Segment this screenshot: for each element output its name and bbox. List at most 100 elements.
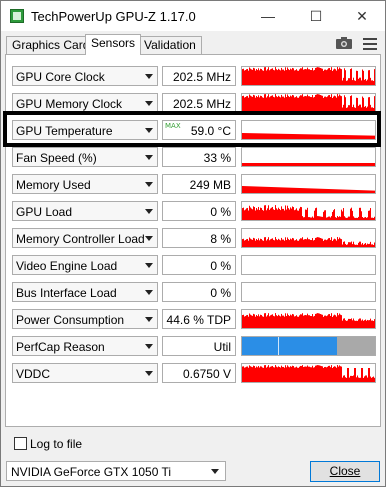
graph-bar bbox=[253, 365, 254, 382]
tab-sensors[interactable]: Sensors bbox=[85, 34, 142, 55]
minimize-button[interactable]: — bbox=[245, 1, 291, 31]
graph-bar bbox=[243, 238, 244, 247]
sensor-label-dropdown[interactable]: Power Consumption bbox=[12, 309, 158, 329]
graph-bar bbox=[337, 163, 338, 166]
graph-bar bbox=[328, 163, 329, 166]
menu-icon[interactable] bbox=[363, 38, 377, 53]
graph-bar bbox=[252, 186, 253, 193]
graph-bar bbox=[296, 366, 297, 382]
graph-bar bbox=[309, 239, 310, 247]
graph-bar bbox=[265, 205, 266, 220]
graph-bar bbox=[369, 320, 370, 328]
graph-bar bbox=[344, 68, 345, 85]
graph-bar bbox=[313, 188, 314, 193]
sensor-row: GPU Memory Clock 202.5 MHz bbox=[12, 93, 377, 113]
graph-bar bbox=[274, 70, 275, 85]
graph-bar bbox=[292, 206, 293, 220]
graph-bar bbox=[340, 68, 341, 85]
graph-bar bbox=[301, 95, 302, 112]
graph-bar bbox=[343, 208, 344, 220]
graph-bar bbox=[277, 316, 278, 328]
graph-bar bbox=[260, 68, 261, 85]
graph-bar bbox=[363, 163, 364, 166]
graph-bar bbox=[283, 315, 284, 328]
graph-bar bbox=[333, 96, 334, 112]
maximize-button[interactable]: ☐ bbox=[293, 1, 339, 31]
graph-bar bbox=[276, 315, 277, 328]
graph-bar bbox=[312, 68, 313, 85]
graph-bar bbox=[251, 315, 252, 328]
graph-bar bbox=[326, 367, 327, 382]
tab-graphics-card[interactable]: Graphics Card bbox=[6, 36, 96, 54]
graph-bar bbox=[339, 189, 340, 193]
graph-bar bbox=[311, 240, 312, 247]
graph-bar bbox=[316, 365, 317, 382]
sensor-label-dropdown[interactable]: GPU Load bbox=[12, 201, 158, 221]
sensor-label-dropdown[interactable]: VDDC bbox=[12, 363, 158, 383]
graph-bar bbox=[326, 217, 327, 220]
graph-bar bbox=[325, 210, 326, 220]
graph-bar bbox=[269, 97, 270, 112]
sensor-label-dropdown[interactable]: PerfCap Reason bbox=[12, 336, 158, 356]
graph-bar bbox=[276, 96, 277, 112]
graph-bar bbox=[267, 186, 268, 193]
graph-bar bbox=[278, 366, 279, 382]
graph-bar bbox=[337, 216, 338, 220]
graph-bar bbox=[287, 163, 288, 166]
graph-bar bbox=[289, 163, 290, 166]
graph-bar bbox=[358, 319, 359, 328]
graph-bar bbox=[304, 188, 305, 193]
graph-bar bbox=[322, 188, 323, 193]
graph-bar bbox=[355, 244, 356, 247]
graph-bar bbox=[303, 217, 304, 220]
graph-bar bbox=[254, 366, 255, 382]
camera-icon[interactable] bbox=[336, 37, 352, 49]
graph-bar bbox=[254, 238, 255, 247]
close-window-button[interactable]: ✕ bbox=[339, 1, 385, 31]
graph-bar bbox=[292, 163, 293, 166]
sensor-label-dropdown[interactable]: Video Engine Load bbox=[12, 255, 158, 275]
sensor-label-dropdown[interactable]: Bus Interface Load bbox=[12, 282, 158, 302]
graph-bar bbox=[323, 70, 324, 85]
graph-plot bbox=[242, 237, 375, 247]
log-to-file-checkbox[interactable] bbox=[14, 437, 27, 450]
graph-bar bbox=[286, 163, 287, 166]
graph-bar bbox=[374, 163, 375, 166]
graph-bar bbox=[335, 217, 336, 220]
graph-bar bbox=[242, 366, 243, 382]
graph-bar bbox=[344, 318, 345, 328]
graph-bar bbox=[273, 163, 274, 166]
graph-bar bbox=[258, 238, 259, 247]
graph-bar bbox=[306, 69, 307, 85]
graph-bar bbox=[250, 314, 251, 328]
graph-bar bbox=[358, 190, 359, 193]
graph-bar bbox=[318, 94, 319, 112]
graph-bar bbox=[279, 187, 280, 193]
tab-validation[interactable]: Validation bbox=[138, 36, 202, 54]
graph-bar bbox=[281, 313, 282, 328]
graph-bar bbox=[343, 318, 344, 328]
sensor-label-dropdown[interactable]: Fan Speed (%) bbox=[12, 147, 158, 167]
sensor-label-dropdown[interactable]: GPU Memory Clock bbox=[12, 93, 158, 113]
graph-bar bbox=[357, 217, 358, 220]
graph-bar bbox=[368, 244, 369, 247]
sensor-label-dropdown[interactable]: Memory Controller Load bbox=[12, 228, 158, 248]
graph-bar bbox=[278, 314, 279, 328]
sensor-label-dropdown[interactable]: Memory Used bbox=[12, 174, 158, 194]
graph-bar bbox=[260, 163, 261, 166]
graph-bar bbox=[288, 366, 289, 382]
gpu-select-dropdown[interactable]: NVIDIA GeForce GTX 1050 Ti bbox=[6, 461, 226, 481]
graph-bar bbox=[334, 209, 335, 220]
close-button[interactable]: Close bbox=[310, 461, 380, 482]
graph-bar bbox=[305, 69, 306, 85]
graph-bar bbox=[370, 163, 371, 166]
chevron-down-icon bbox=[145, 344, 153, 349]
graph-bar bbox=[307, 94, 308, 112]
graph-bar bbox=[324, 239, 325, 247]
graph-bar bbox=[269, 316, 270, 328]
title-bar[interactable]: TechPowerUp GPU-Z 1.17.0 — ☐ ✕ bbox=[1, 1, 385, 31]
graph-bar bbox=[335, 239, 336, 247]
graph-bar bbox=[293, 68, 294, 85]
sensor-label-dropdown[interactable]: GPU Core Clock bbox=[12, 66, 158, 86]
graph-bar bbox=[269, 240, 270, 247]
